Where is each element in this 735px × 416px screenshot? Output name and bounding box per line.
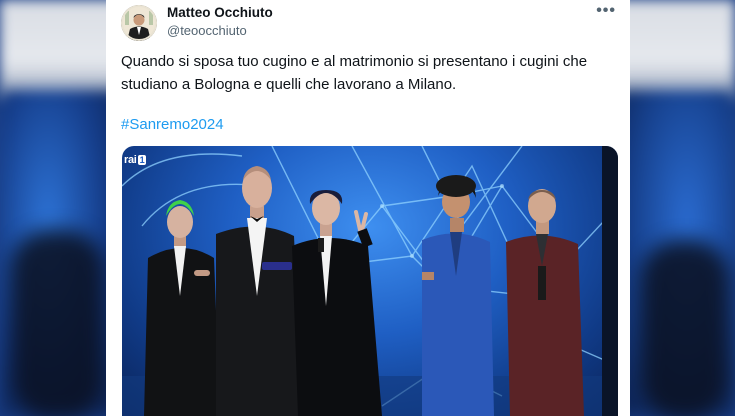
hashtag-link[interactable]: #Sanremo2024 [121, 116, 224, 133]
person-figure [292, 190, 382, 416]
blurred-figure [10, 230, 105, 416]
person-figure [422, 175, 494, 416]
tweet-card: Matteo Occhiuto @teoocchiuto ••• Quando … [106, 0, 630, 416]
author-handle[interactable]: @teoocchiuto [167, 23, 247, 38]
tweet-photo[interactable]: rai 1 [122, 146, 618, 416]
channel-logo: rai 1 [124, 154, 147, 166]
author-name[interactable]: Matteo Occhiuto [167, 5, 273, 20]
stage-scene [122, 146, 618, 416]
person-figure [216, 166, 302, 416]
avatar[interactable] [121, 5, 157, 41]
blurred-figure [640, 240, 730, 416]
person-figure [144, 200, 220, 416]
more-horizontal-icon[interactable]: ••• [596, 2, 616, 20]
tweet-text: Quando si sposa tuo cugino e al matrimon… [121, 53, 588, 93]
person-figure [506, 189, 584, 416]
